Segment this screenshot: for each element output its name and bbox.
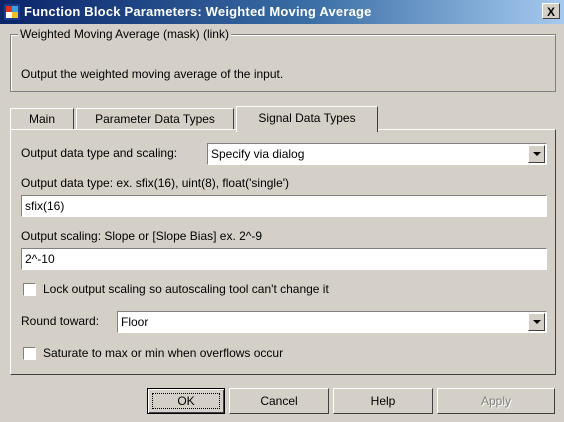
tab-panel: Output data type and scaling: Specify vi… [10,129,556,375]
window-title: Function Block Parameters: Weighted Movi… [24,4,372,19]
close-button[interactable]: X [542,3,560,19]
dialog-window: Function Block Parameters: Weighted Movi… [0,0,564,422]
mask-groupbox [10,34,556,92]
simulink-block-icon [4,4,20,20]
output-scaling-label: Output scaling: Slope or [Slope Bias] ex… [21,229,263,243]
title-bar[interactable]: Function Block Parameters: Weighted Movi… [0,0,564,24]
output-type-label: Output data type: ex. sfix(16), uint(8),… [21,176,290,190]
help-label: Help [370,394,396,408]
output-type-field[interactable]: sfix(16) [21,195,547,217]
round-value: Floor [121,315,149,329]
chevron-down-icon[interactable] [528,145,545,163]
apply-label: Apply [480,394,512,408]
cancel-button[interactable]: Cancel [229,388,329,414]
mask-group-title: Weighted Moving Average (mask) (link) [18,27,231,41]
tab-main[interactable]: Main [10,108,74,130]
tab-parameter-data-types[interactable]: Parameter Data Types [76,108,234,130]
cancel-label: Cancel [260,394,298,408]
tab-label: Parameter Data Types [95,112,215,126]
ok-button[interactable]: OK [147,388,225,414]
lock-scaling-checkbox[interactable] [23,283,36,296]
tab-label: Main [28,112,55,126]
tab-strip: Main Parameter Data Types Signal Data Ty… [10,106,556,132]
output-mode-select[interactable]: Specify via dialog [207,143,547,165]
output-scaling-field[interactable]: 2^-10 [21,248,547,270]
help-button[interactable]: Help [333,388,433,414]
chevron-down-icon[interactable] [528,313,545,331]
output-mode-label: Output data type and scaling: [21,146,178,160]
lock-scaling-label: Lock output scaling so autoscaling tool … [43,282,329,296]
close-icon: X [546,5,555,19]
mask-description: Output the weighted moving average of th… [21,67,284,81]
saturate-checkbox[interactable] [23,347,36,360]
apply-button[interactable]: Apply [437,388,555,414]
tab-signal-data-types[interactable]: Signal Data Types [236,106,378,132]
saturate-label: Saturate to max or min when overflows oc… [43,346,284,360]
round-label: Round toward: [21,314,100,328]
tab-label: Signal Data Types [258,111,356,125]
round-select[interactable]: Floor [117,311,547,333]
focus-ring [152,393,220,409]
output-mode-value: Specify via dialog [211,147,305,161]
